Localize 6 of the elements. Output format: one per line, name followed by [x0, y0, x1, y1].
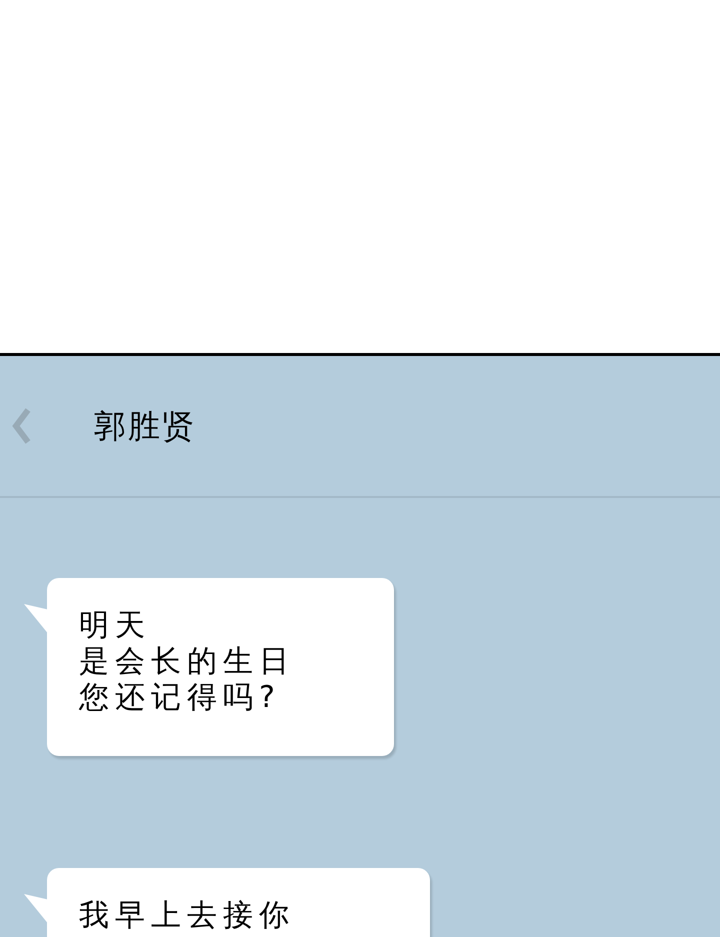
back-icon[interactable]	[10, 408, 32, 444]
message-text: 是会长的生日	[79, 644, 296, 680]
message-text: 您还记得吗?	[79, 680, 282, 716]
message-text: 明天	[79, 608, 152, 644]
contact-name: 郭胜贤	[94, 406, 196, 447]
message-text: 我早上去接你	[79, 898, 296, 934]
